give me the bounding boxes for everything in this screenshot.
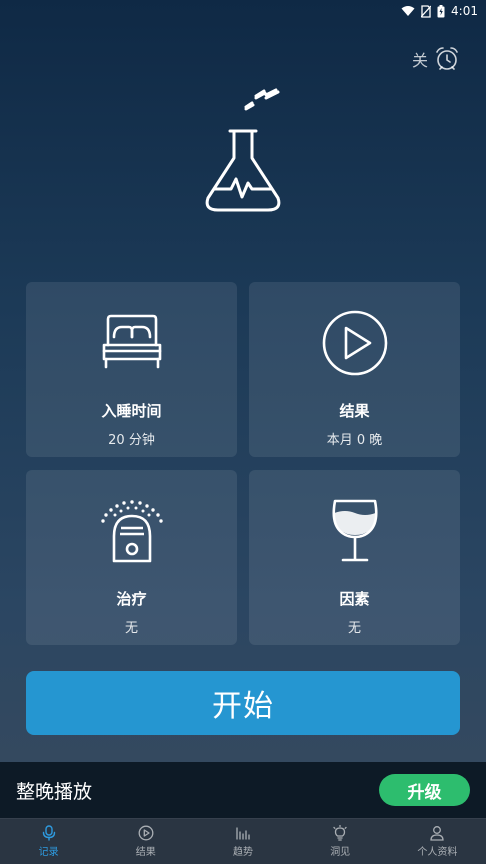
tile-subtitle: 本月 0 晚 — [326, 433, 383, 448]
tile-sleep-onset[interactable]: 入睡时间 20 分钟 — [26, 282, 237, 457]
tile-title: 结果 — [339, 402, 370, 420]
microphone-icon — [42, 825, 55, 841]
tile-factors[interactable]: 因素 无 — [249, 470, 460, 645]
sleep-lab-flask-icon — [205, 88, 281, 212]
humidifier-icon — [100, 500, 163, 563]
no-sim-icon — [421, 4, 432, 18]
tile-title: 入睡时间 — [101, 402, 162, 420]
bed-icon — [102, 314, 161, 369]
play-icon — [138, 825, 154, 841]
nav-label: 洞见 — [330, 847, 351, 858]
start-button[interactable]: 开始 — [26, 671, 460, 735]
lightbulb-icon — [333, 825, 347, 841]
tile-subtitle: 20 分钟 — [108, 433, 155, 448]
person-icon — [430, 826, 445, 841]
alarm-toggle[interactable]: 关 — [412, 46, 460, 72]
wine-glass-icon — [332, 499, 377, 562]
status-bar: 4:01 — [0, 0, 486, 22]
sleep-home-screen: 4:01 关 入睡时间 20 分钟 结果 本月 0 晚 治疗 无 因素 无 开始… — [0, 0, 486, 864]
promo-bar: 整晚播放 升级 — [0, 762, 486, 818]
feature-tiles: 入睡时间 20 分钟 结果 本月 0 晚 治疗 无 因素 无 — [26, 282, 460, 645]
wifi-icon — [401, 6, 415, 16]
nav-item-profile[interactable]: 个人资料 — [389, 819, 486, 864]
alarm-clock-icon — [436, 47, 458, 70]
tile-subtitle: 无 — [124, 621, 138, 636]
battery-icon — [437, 4, 445, 17]
status-time: 4:01 — [451, 4, 478, 18]
nav-item-insights[interactable]: 洞见 — [292, 819, 389, 864]
play-circle-icon — [322, 310, 387, 376]
nav-item-record[interactable]: 记录 — [0, 819, 97, 864]
tile-results[interactable]: 结果 本月 0 晚 — [249, 282, 460, 457]
nav-label: 个人资料 — [417, 847, 458, 858]
bar-chart-icon — [236, 827, 250, 840]
bottom-nav: 记录 结果 趋势 洞见 个人资料 — [0, 818, 486, 864]
upgrade-button[interactable]: 升级 — [379, 774, 470, 806]
tile-treatment[interactable]: 治疗 无 — [26, 470, 237, 645]
nav-item-trends[interactable]: 趋势 — [194, 819, 291, 864]
tile-title: 治疗 — [116, 590, 147, 608]
tile-subtitle: 无 — [347, 621, 361, 636]
nav-label: 结果 — [135, 847, 156, 858]
tile-title: 因素 — [339, 590, 370, 608]
nav-item-results[interactable]: 结果 — [97, 819, 194, 864]
promo-text: 整晚播放 — [16, 780, 93, 803]
nav-label: 记录 — [38, 847, 59, 858]
alarm-label: 关 — [411, 51, 428, 70]
nav-label: 趋势 — [232, 847, 253, 858]
